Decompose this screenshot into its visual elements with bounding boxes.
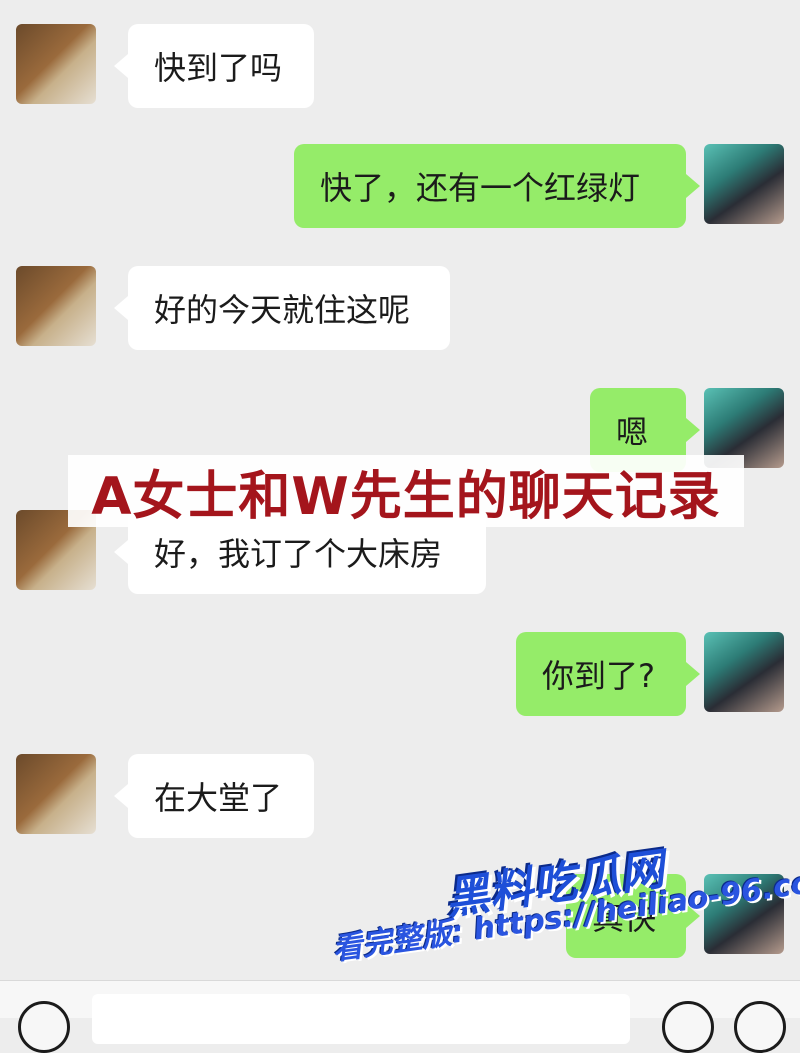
emoji-icon[interactable] bbox=[662, 1001, 714, 1053]
message-row: 在大堂了 bbox=[0, 754, 800, 844]
voice-icon[interactable] bbox=[18, 1001, 70, 1053]
incoming-message[interactable]: 在大堂了 bbox=[114, 754, 314, 838]
overlay-title-banner: A女士和W先生的聊天记录 bbox=[68, 455, 744, 527]
contact-avatar[interactable] bbox=[16, 266, 96, 346]
outgoing-message[interactable]: 你到了? bbox=[516, 632, 700, 716]
contact-avatar[interactable] bbox=[16, 754, 96, 834]
message-row: 快到了吗 bbox=[0, 24, 800, 114]
incoming-message[interactable]: 快到了吗 bbox=[114, 24, 314, 108]
incoming-message[interactable]: 好的今天就住这呢 bbox=[114, 266, 450, 350]
message-row: 你到了? bbox=[0, 632, 800, 722]
self-avatar[interactable] bbox=[704, 632, 784, 712]
message-input[interactable] bbox=[92, 994, 630, 1044]
message-row: 好的今天就住这呢 bbox=[0, 266, 800, 356]
self-avatar[interactable] bbox=[704, 144, 784, 224]
message-row: 快了，还有一个红绿灯 bbox=[0, 144, 800, 234]
plus-icon[interactable] bbox=[734, 1001, 786, 1053]
outgoing-message[interactable]: 快了，还有一个红绿灯 bbox=[294, 144, 700, 228]
contact-avatar[interactable] bbox=[16, 24, 96, 104]
